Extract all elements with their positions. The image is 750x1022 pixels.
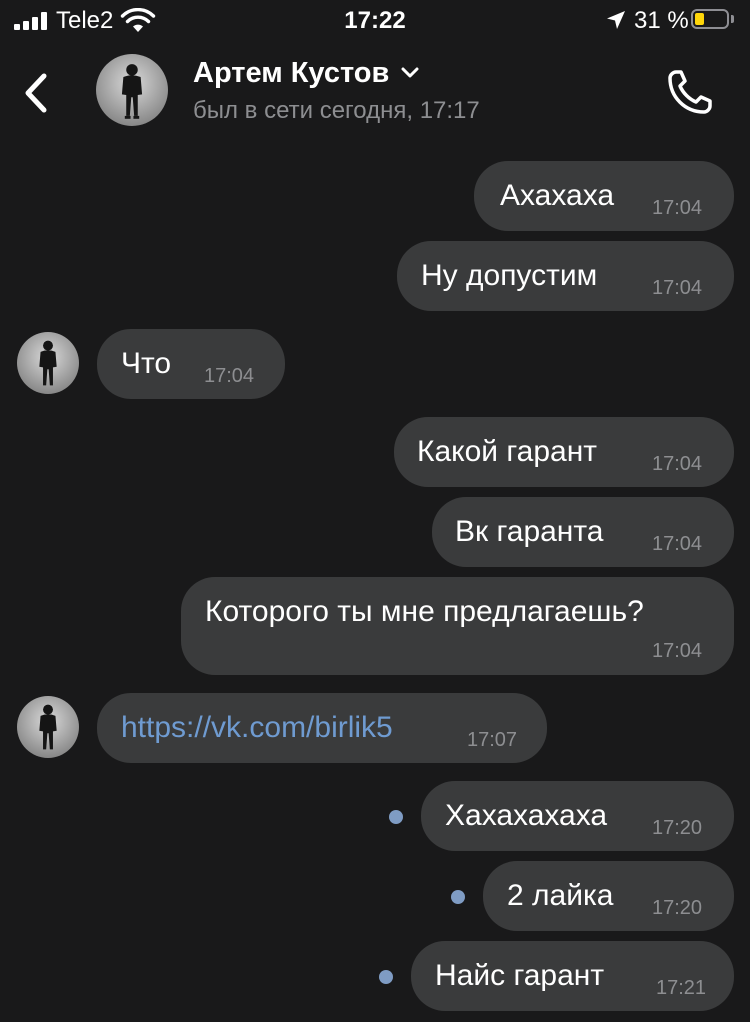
incoming-message-bubble[interactable]: Что 17:04 bbox=[97, 329, 285, 399]
message-time: 17:04 bbox=[652, 197, 703, 219]
chevron-down-icon bbox=[401, 67, 419, 78]
contact-name-button[interactable]: Артем Кустов bbox=[193, 56, 419, 90]
outgoing-message-bubble[interactable]: Ахахаха 17:04 bbox=[474, 161, 734, 231]
message-text: Найс гарант bbox=[435, 959, 605, 992]
phone-icon[interactable] bbox=[662, 64, 718, 120]
message-time: 17:04 bbox=[204, 365, 255, 387]
contact-name: Артем Кустов bbox=[193, 57, 390, 89]
battery-icon bbox=[691, 9, 729, 29]
message-text: Вк гаранта bbox=[455, 515, 604, 548]
message-text: Хахахахаха bbox=[445, 799, 608, 832]
sender-avatar[interactable] bbox=[17, 696, 79, 758]
battery-percent: 31 % bbox=[634, 7, 689, 34]
message-text: 2 лайка bbox=[507, 879, 614, 912]
message-text: Ахахаха bbox=[500, 179, 615, 212]
unread-indicator bbox=[451, 890, 465, 904]
message-time: 17:20 bbox=[652, 817, 703, 839]
outgoing-message-bubble[interactable]: Хахахахаха 17:20 bbox=[421, 781, 734, 851]
message-time: 17:04 bbox=[652, 533, 703, 555]
location-arrow-icon bbox=[607, 11, 625, 29]
message-time: 17:21 bbox=[656, 977, 707, 999]
message-time: 17:07 bbox=[467, 729, 518, 751]
contact-avatar[interactable] bbox=[96, 54, 168, 126]
outgoing-message-bubble[interactable]: 2 лайка 17:20 bbox=[483, 861, 734, 931]
outgoing-message-bubble[interactable]: Какой гарант 17:04 bbox=[394, 417, 734, 487]
message-time: 17:04 bbox=[652, 640, 703, 662]
sender-avatar[interactable] bbox=[17, 332, 79, 394]
message-link[interactable]: https://vk.com/birlik5 bbox=[121, 710, 393, 746]
person-silhouette-icon bbox=[39, 340, 57, 386]
outgoing-message-bubble[interactable]: Вк гаранта 17:04 bbox=[432, 497, 734, 567]
message-text: Ну допустим bbox=[421, 259, 598, 292]
battery-nub bbox=[731, 15, 734, 23]
chat-header: Артем Кустов был в сети сегодня, 17:17 bbox=[0, 44, 750, 144]
message-time: 17:04 bbox=[652, 453, 703, 475]
outgoing-message-bubble[interactable]: Найс гарант 17:21 bbox=[411, 941, 734, 1011]
unread-indicator bbox=[389, 810, 403, 824]
message-text: Которого ты мне предлагаешь? bbox=[205, 595, 644, 628]
message-text: Какой гарант bbox=[417, 435, 598, 468]
contact-online-status: был в сети сегодня, 17:17 bbox=[193, 97, 480, 124]
message-text: Что bbox=[121, 347, 172, 380]
unread-indicator bbox=[379, 970, 393, 984]
outgoing-message-bubble[interactable]: Ну допустим 17:04 bbox=[397, 241, 734, 311]
person-silhouette-icon bbox=[121, 64, 143, 119]
outgoing-message-bubble[interactable]: Которого ты мне предлагаешь? 17:04 bbox=[181, 577, 734, 675]
message-time: 17:20 bbox=[652, 897, 703, 919]
message-time: 17:04 bbox=[652, 277, 703, 299]
status-bar: Tele2 17:22 31 % bbox=[0, 0, 750, 44]
person-silhouette-icon bbox=[39, 704, 57, 750]
battery-level bbox=[695, 13, 704, 25]
back-chevron-icon[interactable] bbox=[14, 66, 58, 120]
incoming-message-bubble[interactable]: https://vk.com/birlik5 17:07 bbox=[97, 693, 547, 763]
